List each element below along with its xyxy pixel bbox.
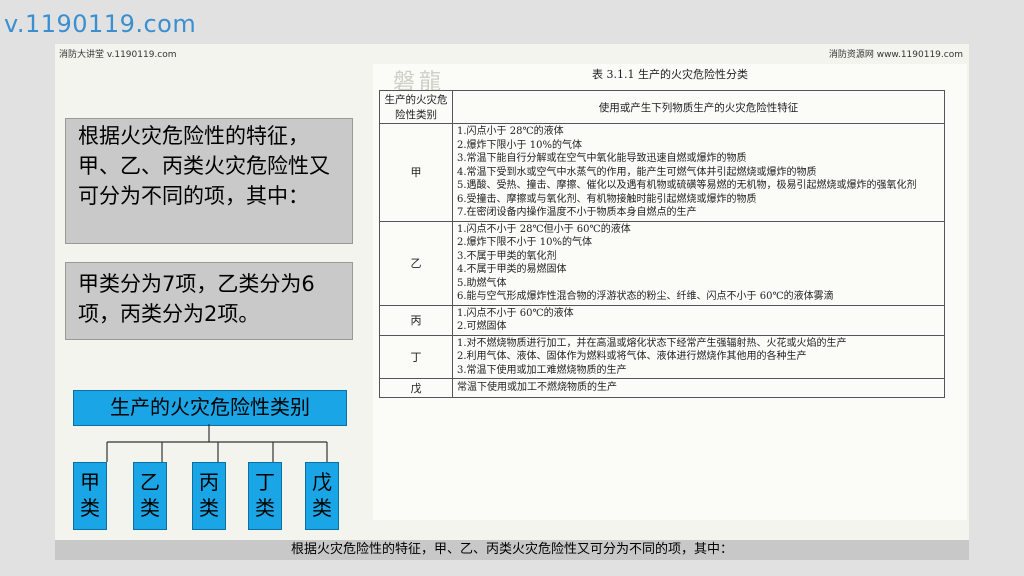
hazard-table-image: 磐龍 表 3.1.1 生产的火灾危险性分类 生产的火灾危险性类别 使用或产生下列… xyxy=(373,64,967,520)
caption-bar: 根据火灾危险性的特征，甲、乙、丙类火灾危险性又可分为不同的项，其中： xyxy=(55,540,969,560)
leaf-wu: 戊类 xyxy=(305,462,339,530)
header-right: 消防资源网 www.1190119.com xyxy=(828,50,963,60)
table-cell-category: 丙 xyxy=(379,304,453,336)
table-item-line: 3.常温下使用或加工难燃烧物质的生产 xyxy=(457,364,627,376)
table-item-line: 5.遇酸、受热、撞击、摩擦、催化以及遇有机物或硫磺等易燃的无机物，极易引起燃烧或… xyxy=(457,180,917,191)
leaf-bing: 丙类 xyxy=(192,462,226,530)
table-title: 表 3.1.1 生产的火灾危险性分类 xyxy=(592,68,748,81)
table-row: 丙 1.闪点不小于 60℃的液体 2.可燃固体 xyxy=(379,304,945,336)
table-row: 戊常温下使用或加工不燃烧物质的生产 xyxy=(379,378,945,398)
table-row: 乙 1.闪点不小于 28℃但小于 60℃的液体 2.爆炸下限不小于 10%的气体 3.… xyxy=(379,220,945,306)
tree-connectors xyxy=(106,424,328,462)
table-header-category: 生产的火灾危险性类别 xyxy=(379,90,453,124)
count-text-box: 甲类分为7项，乙类分为6项，丙类分为2项。 xyxy=(65,262,353,340)
table-item-line: 6.能与空气形成爆炸性混合物的浮游状态的粉尘、纤维、闪点不小于 60℃的液体雾滴 xyxy=(457,291,834,302)
table-item-line: 2.利用气体、液体、固体作为燃料或将气体、液体进行燃烧作其他用的各种生产 xyxy=(457,351,807,362)
table-cell-items: 1.闪点不小于 28℃但小于 60℃的液体 2.爆炸下限不小于 10%的气体 3.不… xyxy=(452,220,945,306)
table-item-line: 4.不属于甲类的易燃固体 xyxy=(457,264,567,275)
table-item-line: 3.常温下能自行分解或在空气中氧化能导致迅速自燃或爆炸的物质 xyxy=(457,153,747,164)
table-cell-category: 戊 xyxy=(379,378,453,398)
table-cell-category: 丁 xyxy=(379,334,453,379)
table-row: 丁 1.对不燃烧物质进行加工，并在高温或熔化状态下经常产生强辐射热、火花或火焰的生… xyxy=(379,334,945,379)
table-item-line: 1.对不燃烧物质进行加工，并在高温或熔化状态下经常产生强辐射热、火花或火焰的生产 xyxy=(457,337,847,349)
leaf-ding: 丁类 xyxy=(248,462,282,530)
table-item-line: 5.助燃气体 xyxy=(457,277,507,289)
table-cell-category: 甲 xyxy=(379,123,453,222)
leaf-yi: 乙类 xyxy=(133,462,167,530)
table-header-characteristics: 使用或产生下列物质生产的火灾危险性特征 xyxy=(452,90,945,124)
table-item-line: 常温下使用或加工不燃烧物质的生产 xyxy=(457,382,617,394)
table-item-line: 6.受撞击、摩擦或与氧化剂、有机物接触时能引起燃烧或爆炸的物质 xyxy=(457,193,757,205)
table-cell-category: 乙 xyxy=(379,220,453,306)
table-cell-items: 1.闪点不小于 60℃的液体 2.可燃固体 xyxy=(452,304,945,336)
intro-text-box: 根据火灾危险性的特征，甲、乙、丙类火灾危险性又可分为不同的项，其中： xyxy=(65,118,353,244)
table-cell-items: 1.闪点小于 28℃的液体 2.爆炸下限小于 10%的气体 3.常温下能自行分解或在… xyxy=(452,123,945,222)
category-title-box: 生产的火灾危险性类别 xyxy=(73,390,347,426)
table-item-line: 4.常温下受到水或空气中水蒸气的作用，能产生可燃气体并引起燃烧或爆炸的物质 xyxy=(457,166,817,178)
table-item-line: 1.闪点不小于 28℃但小于 60℃的液体 xyxy=(457,223,631,235)
table-item-line: 2.可燃固体 xyxy=(457,321,507,332)
table-row: 甲 1.闪点小于 28℃的液体 2.爆炸下限小于 10%的气体 3.常温下能自行分解或… xyxy=(379,123,945,222)
table-item-line: 2.爆炸下限不小于 10%的气体 xyxy=(457,237,592,248)
header-left: 消防大讲堂 v.1190119.com xyxy=(59,50,177,60)
table-cell-items: 常温下使用或加工不燃烧物质的生产 xyxy=(452,378,945,398)
table-cell-items: 1.对不燃烧物质进行加工，并在高温或熔化状态下经常产生强辐射热、火花或火焰的生产… xyxy=(452,334,945,379)
hazard-table: 生产的火灾危险性类别 使用或产生下列物质生产的火灾危险性特征 甲 1.闪点小于 2… xyxy=(379,90,945,398)
table-item-line: 1.闪点小于 28℃的液体 xyxy=(457,126,564,137)
table-item-line: 2.爆炸下限小于 10%的气体 xyxy=(457,139,582,151)
table-item-line: 1.闪点不小于 60℃的液体 xyxy=(457,307,574,319)
table-item-line: 3.不属于甲类的氧化剂 xyxy=(457,250,557,262)
watermark-text: v.1190119.com xyxy=(4,10,197,38)
leaf-jia: 甲类 xyxy=(73,462,107,530)
slide: 消防大讲堂 v.1190119.com 消防资源网 www.1190119.co… xyxy=(55,44,969,560)
table-item-line: 7.在密闭设备内操作温度不小于物质本身自燃点的生产 xyxy=(457,207,697,218)
